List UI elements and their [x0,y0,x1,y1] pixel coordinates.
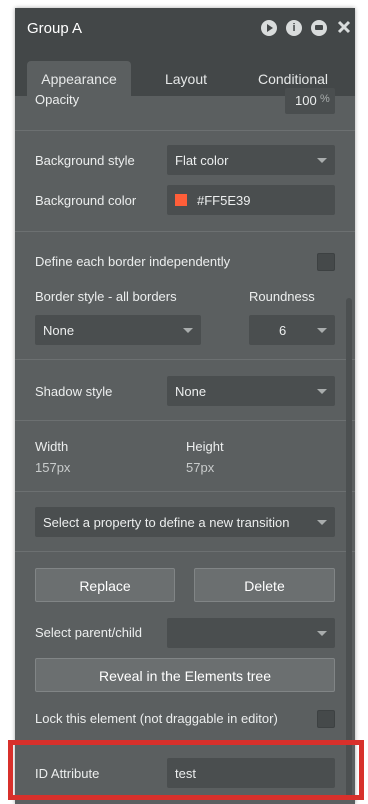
divider [15,420,355,421]
shadow-style-select[interactable]: None [167,376,335,406]
opacity-label: Opacity [35,92,80,107]
background-color-label: Background color [35,193,137,208]
chevron-down-icon [317,328,327,333]
parent-child-label: Select parent/child [35,625,142,640]
tab-layout[interactable]: Layout [137,61,235,96]
border-style-value: None [43,323,75,338]
tab-appearance[interactable]: Appearance [27,61,131,96]
scrollbar[interactable] [346,298,352,798]
border-style-select[interactable]: None [35,315,201,345]
delete-button[interactable]: Delete [194,568,335,602]
background-color-value: #FF5E39 [197,193,251,208]
divider [15,491,355,492]
chevron-down-icon [183,328,193,333]
highlight-box [8,740,364,800]
title-bar: Group A i [15,8,355,48]
border-independent-checkbox[interactable] [317,253,335,271]
color-swatch-icon[interactable] [175,194,187,206]
chevron-down-icon [317,158,327,163]
panel-title: Group A [27,20,83,37]
lock-element-checkbox[interactable] [317,710,335,728]
width-label: Width [35,439,69,454]
roundness-value: 6 [279,323,287,338]
divider [15,231,355,232]
background-color-field[interactable]: #FF5E39 [167,185,335,215]
divider [15,551,355,552]
transition-placeholder: Select a property to define a new transi… [43,515,290,530]
chevron-down-icon [317,520,327,525]
roundness-select[interactable]: 6 [249,315,335,345]
opacity-value: 100 [295,93,317,108]
opacity-input[interactable]: 100 % [285,88,335,114]
background-style-select[interactable]: Flat color [167,145,335,175]
comment-icon[interactable] [311,20,327,36]
shadow-style-label: Shadow style [35,384,113,399]
property-editor-panel: Group A i Appearance Layout Conditional … [15,8,355,804]
chevron-down-icon [317,631,327,636]
close-icon[interactable] [336,18,352,36]
replace-button[interactable]: Replace [35,568,175,602]
chevron-down-icon [317,389,327,394]
width-value: 157px [35,460,71,475]
divider [15,130,355,131]
background-style-value: Flat color [175,153,229,168]
play-icon[interactable] [261,20,277,36]
height-value: 57px [186,460,215,475]
divider [15,359,355,360]
lock-element-label: Lock this element (not draggable in edit… [35,711,278,726]
shadow-style-value: None [175,384,207,399]
transition-property-select[interactable]: Select a property to define a new transi… [35,507,335,537]
height-label: Height [186,439,224,454]
border-independent-label: Define each border independently [35,254,231,269]
reveal-in-elements-tree-button[interactable]: Reveal in the Elements tree [35,658,335,692]
background-style-label: Background style [35,153,135,168]
roundness-label: Roundness [249,289,315,304]
info-icon[interactable]: i [286,20,302,36]
border-style-label: Border style - all borders [35,289,177,304]
parent-child-select[interactable] [167,618,335,648]
opacity-unit: % [320,93,330,105]
